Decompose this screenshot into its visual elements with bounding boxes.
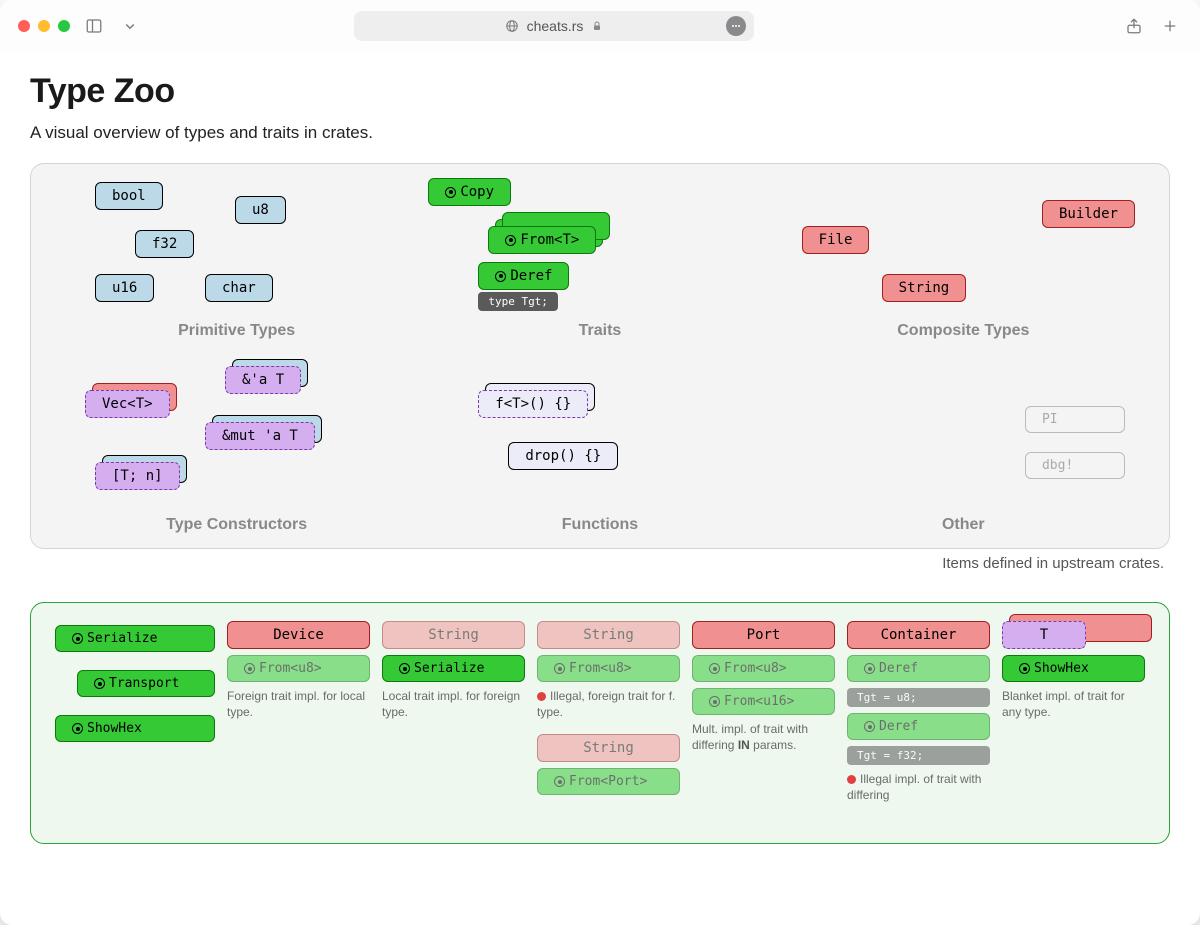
label-composite: Composite Types [897, 322, 1029, 340]
pill-ref-t: &'a T [225, 366, 301, 394]
new-tab-icon[interactable] [1158, 14, 1182, 38]
globe-icon [505, 19, 519, 33]
upstream-panel: bool u8 f32 u16 char Primitive Types Cop… [30, 163, 1170, 549]
upstream-caption: Items defined in upstream crates. [30, 555, 1170, 572]
impl-string2-from: From<u8> [537, 655, 680, 682]
head-string2: String [537, 621, 680, 649]
head-string1: String [382, 621, 525, 649]
sidebar-toggle-icon[interactable] [82, 14, 106, 38]
head-t-stack: T [1002, 621, 1145, 649]
impl-string2-fromport: From<Port> [537, 768, 680, 795]
pill-transport: Transport [77, 670, 215, 697]
pill-mut-ref-t: &mut 'a T [205, 422, 315, 450]
pill-f32: f32 [135, 230, 194, 258]
pill-u16: u16 [95, 274, 154, 302]
pill-string: String [882, 274, 967, 302]
desc-string1: Local trait impl. for foreign type. [382, 688, 525, 720]
label-constructors: Type Constructors [166, 516, 307, 534]
col-primitives: bool u8 f32 u16 char Primitive Types [55, 182, 418, 340]
url-host: cheats.rs [527, 18, 584, 34]
impl-port-from-u8: From<u8> [692, 655, 835, 682]
own-trait-list: Serialize Transport ShowHex [55, 621, 215, 742]
pill-bool: bool [95, 182, 163, 210]
pill-deref-group: Deref type Tgt; [478, 262, 569, 311]
desc-device: Foreign trait impl. for local type. [227, 688, 370, 720]
minimize-icon[interactable] [38, 20, 50, 32]
pill-vec-t: Vec<T> [85, 390, 170, 418]
own-crate-panel: Serialize Transport ShowHex Device From<… [30, 602, 1170, 844]
pill-file: File [802, 226, 870, 254]
pill-array: [T; n] [95, 462, 180, 490]
tgt-u8: Tgt = u8; [847, 688, 990, 707]
browser-window: cheats.rs Type Zoo A visual overview of … [0, 0, 1200, 925]
impl-t-blanket: T ShowHex Blanket impl. of trait for any… [1002, 621, 1145, 720]
col-composite: Builder File String Composite Types [782, 182, 1145, 340]
pill-from-t-stack: From<T> [488, 226, 596, 254]
impl-container-deref1: Deref [847, 655, 990, 682]
titlebar: cheats.rs [0, 0, 1200, 52]
lock-icon [591, 20, 603, 32]
impl-container-deref2: Deref [847, 713, 990, 740]
pill-char: char [205, 274, 273, 302]
pill-serialize: Serialize [55, 625, 215, 652]
impl-string-serialize-pill: Serialize [382, 655, 525, 682]
pill-copy: Copy [428, 178, 511, 206]
pill-fn-drop: drop() {} [508, 442, 618, 470]
zoom-icon[interactable] [58, 20, 70, 32]
tgt-f32: Tgt = f32; [847, 746, 990, 765]
close-icon[interactable] [18, 20, 30, 32]
desc-t: Blanket impl. of trait for any type. [1002, 688, 1145, 720]
pill-builder: Builder [1042, 200, 1135, 228]
desc-container: Illegal impl. of trait with differing [847, 771, 990, 803]
impl-port: Port From<u8> From<u16> Mult. impl. of t… [692, 621, 835, 753]
impl-string-illegal: String From<u8> Illegal, foreign trait f… [537, 621, 680, 795]
impl-device: Device From<u8> Foreign trait impl. for … [227, 621, 370, 720]
address-bar[interactable]: cheats.rs [354, 11, 754, 41]
impl-container: Container Deref Tgt = u8; Deref Tgt = f3… [847, 621, 990, 803]
pill-fn-generic: f<T>() {} [478, 390, 588, 418]
head-t: T [1002, 621, 1086, 649]
page-title: Type Zoo [30, 72, 1170, 111]
label-traits: Traits [579, 322, 622, 340]
error-icon [537, 692, 546, 701]
desc-string2: Illegal, foreign trait for f. type. [537, 688, 680, 720]
head-string2b: String [537, 734, 680, 762]
error-icon [847, 775, 856, 784]
pill-dbg: dbg! [1025, 452, 1125, 479]
impl-port-from-u16: From<u16> [692, 688, 835, 715]
more-icon[interactable] [726, 16, 746, 36]
head-container: Container [847, 621, 990, 649]
desc-port: Mult. impl. of trait with differing IN p… [692, 721, 835, 753]
label-functions: Functions [562, 516, 638, 534]
head-device: Device [227, 621, 370, 649]
pill-u8: u8 [235, 196, 286, 224]
pill-pi: PI [1025, 406, 1125, 433]
page-subtitle: A visual overview of types and traits in… [30, 123, 1170, 143]
window-controls [18, 20, 70, 32]
page-content: Type Zoo A visual overview of types and … [0, 52, 1200, 925]
label-other: Other [942, 516, 985, 534]
label-primitives: Primitive Types [178, 322, 295, 340]
impl-t-showhex: ShowHex [1002, 655, 1145, 682]
col-constructors: &'a T Vec<T> &mut 'a T [T; n] Type Const… [55, 366, 418, 534]
head-port: Port [692, 621, 835, 649]
impl-string-serialize: String Serialize Local trait impl. for f… [382, 621, 525, 720]
share-icon[interactable] [1122, 14, 1146, 38]
impl-device-from: From<u8> [227, 655, 370, 682]
col-functions: f<T>() {} drop() {} Functions [418, 366, 781, 534]
chevron-down-icon[interactable] [118, 14, 142, 38]
col-other: PI dbg! Other [782, 366, 1145, 534]
col-traits: Copy From<T> Deref type Tgt; Traits [418, 182, 781, 340]
pill-showhex: ShowHex [55, 715, 215, 742]
